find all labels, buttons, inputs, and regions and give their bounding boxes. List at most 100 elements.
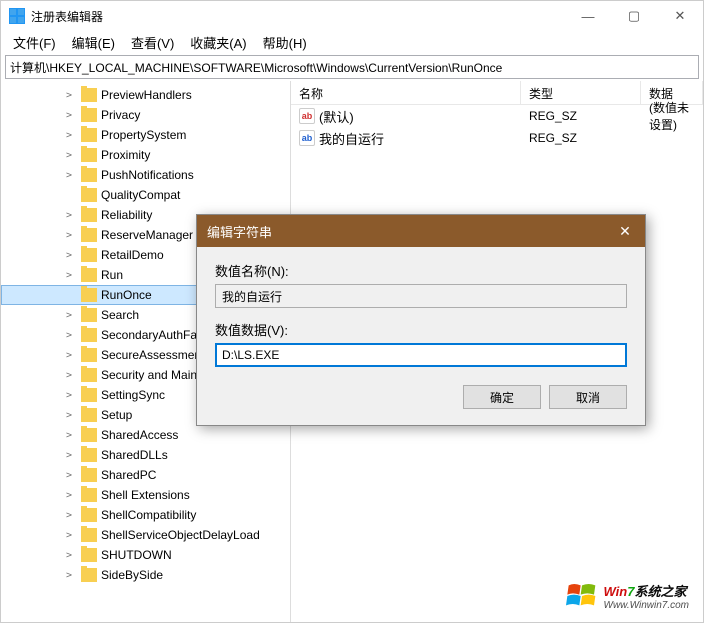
- expand-icon[interactable]: >: [61, 350, 77, 361]
- expand-icon[interactable]: >: [61, 370, 77, 381]
- tree-label: QualityCompat: [101, 188, 180, 202]
- folder-icon: [81, 428, 97, 442]
- address-bar[interactable]: 计算机\HKEY_LOCAL_MACHINE\SOFTWARE\Microsof…: [5, 55, 699, 79]
- tree-label: RunOnce: [101, 288, 152, 302]
- ok-button[interactable]: 确定: [463, 385, 541, 409]
- expand-icon[interactable]: >: [61, 470, 77, 481]
- dialog-titlebar[interactable]: 编辑字符串 ✕: [197, 215, 645, 247]
- folder-icon: [81, 108, 97, 122]
- cancel-button[interactable]: 取消: [549, 385, 627, 409]
- expand-icon[interactable]: >: [61, 210, 77, 221]
- col-name[interactable]: 名称: [291, 81, 521, 104]
- expand-icon[interactable]: >: [61, 250, 77, 261]
- tree-item-previewhandlers[interactable]: >PreviewHandlers: [1, 85, 290, 105]
- string-value-icon: ab: [299, 108, 315, 124]
- menu-view[interactable]: 查看(V): [123, 31, 182, 53]
- folder-icon: [81, 348, 97, 362]
- cell-name: ab(默认): [291, 107, 521, 126]
- cell-type: REG_SZ: [521, 131, 641, 145]
- folder-icon: [81, 408, 97, 422]
- tree-label: Search: [101, 308, 139, 322]
- expand-icon[interactable]: >: [61, 150, 77, 161]
- title-bar: 注册表编辑器 — ▢ ✕: [1, 1, 703, 31]
- expand-icon[interactable]: >: [61, 390, 77, 401]
- edit-string-dialog: 编辑字符串 ✕ 数值名称(N): 数值数据(V): 确定 取消: [196, 214, 646, 426]
- dialog-title: 编辑字符串: [207, 222, 605, 241]
- tree-item-shareddlls[interactable]: > SharedDLLs: [1, 445, 290, 465]
- close-button[interactable]: ✕: [657, 1, 703, 31]
- tree-item-proximity[interactable]: > Proximity: [1, 145, 290, 165]
- tree-item-propertysystem[interactable]: > PropertySystem: [1, 125, 290, 145]
- tree-label: ShellCompatibility: [101, 508, 196, 522]
- tree-item-privacy[interactable]: > Privacy: [1, 105, 290, 125]
- tree-label: Setup: [101, 408, 132, 422]
- expand-icon[interactable]: >: [61, 430, 77, 441]
- expand-icon[interactable]: >: [61, 550, 77, 561]
- tree-label: PropertySystem: [101, 128, 186, 142]
- maximize-button[interactable]: ▢: [611, 1, 657, 31]
- folder-icon: [81, 528, 97, 542]
- expand-icon[interactable]: >: [61, 410, 77, 421]
- expand-icon[interactable]: >: [61, 130, 77, 141]
- expand-icon[interactable]: >: [61, 530, 77, 541]
- menu-edit[interactable]: 编辑(E): [64, 31, 123, 53]
- tree-item-sidebyside[interactable]: > SideBySide: [1, 565, 290, 585]
- expand-icon[interactable]: >: [61, 330, 77, 341]
- cell-name: ab我的自运行: [291, 129, 521, 148]
- folder-icon: [81, 228, 97, 242]
- menu-file[interactable]: 文件(F): [5, 31, 64, 53]
- value-data-label: 数值数据(V):: [215, 320, 627, 339]
- expand-icon[interactable]: >: [61, 490, 77, 501]
- expand-icon[interactable]: >: [61, 230, 77, 241]
- tree-label: Reliability: [101, 208, 152, 222]
- tree-item-pushnotifications[interactable]: > PushNotifications: [1, 165, 290, 185]
- tree-item-sharedpc[interactable]: > SharedPC: [1, 465, 290, 485]
- folder-icon: [81, 368, 97, 382]
- tree-item-sharedaccess[interactable]: > SharedAccess: [1, 425, 290, 445]
- expand-icon[interactable]: >: [61, 110, 77, 121]
- tree-item-shellcompatibility[interactable]: > ShellCompatibility: [1, 505, 290, 525]
- expand-icon[interactable]: >: [61, 90, 77, 101]
- folder-icon: [81, 128, 97, 142]
- tree-label: SideBySide: [101, 568, 163, 582]
- minimize-button[interactable]: —: [565, 1, 611, 31]
- dialog-close-button[interactable]: ✕: [605, 215, 645, 247]
- folder-icon: [81, 488, 97, 502]
- expand-icon[interactable]: >: [61, 270, 77, 281]
- folder-icon: [81, 148, 97, 162]
- expand-icon[interactable]: >: [61, 310, 77, 321]
- menu-help[interactable]: 帮助(H): [255, 31, 315, 53]
- tree-label: SHUTDOWN: [101, 548, 172, 562]
- tree-label: ReserveManager: [101, 228, 193, 242]
- folder-icon: [81, 268, 97, 282]
- watermark: Win7系统之家 Www.Winwin7.com: [566, 580, 689, 612]
- expand-icon[interactable]: >: [61, 570, 77, 581]
- list-row[interactable]: ab(默认)REG_SZ(数值未设置): [291, 105, 703, 127]
- tree-item-shell-extensions[interactable]: >Shell Extensions: [1, 485, 290, 505]
- tree-label: Privacy: [101, 108, 140, 122]
- expand-icon[interactable]: >: [61, 450, 77, 461]
- tree-label: SharedAccess: [101, 428, 178, 442]
- dialog-body: 数值名称(N): 数值数据(V): 确定 取消: [197, 247, 645, 425]
- folder-icon: [81, 208, 97, 222]
- tree-label: SharedPC: [101, 468, 156, 482]
- tree-label: SharedDLLs: [101, 448, 168, 462]
- tree-item-shellserviceobjectdelayload[interactable]: >ShellServiceObjectDelayLoad: [1, 525, 290, 545]
- string-value-icon: ab: [299, 130, 315, 146]
- watermark-text: Win7系统之家 Www.Winwin7.com: [604, 581, 689, 611]
- menu-favorites[interactable]: 收藏夹(A): [182, 31, 254, 53]
- tree-label: PushNotifications: [101, 168, 194, 182]
- tree-item-shutdown[interactable]: > SHUTDOWN: [1, 545, 290, 565]
- folder-icon: [81, 508, 97, 522]
- value-data-input[interactable]: [215, 343, 627, 367]
- value-name-input[interactable]: [215, 284, 627, 308]
- cell-type: REG_SZ: [521, 109, 641, 123]
- windows-logo-icon: [566, 580, 598, 612]
- col-type[interactable]: 类型: [521, 81, 641, 104]
- folder-icon: [81, 388, 97, 402]
- tree-label: Proximity: [101, 148, 150, 162]
- expand-icon[interactable]: >: [61, 510, 77, 521]
- expand-icon[interactable]: >: [61, 170, 77, 181]
- tree-item-qualitycompat[interactable]: QualityCompat: [1, 185, 290, 205]
- folder-icon: [81, 448, 97, 462]
